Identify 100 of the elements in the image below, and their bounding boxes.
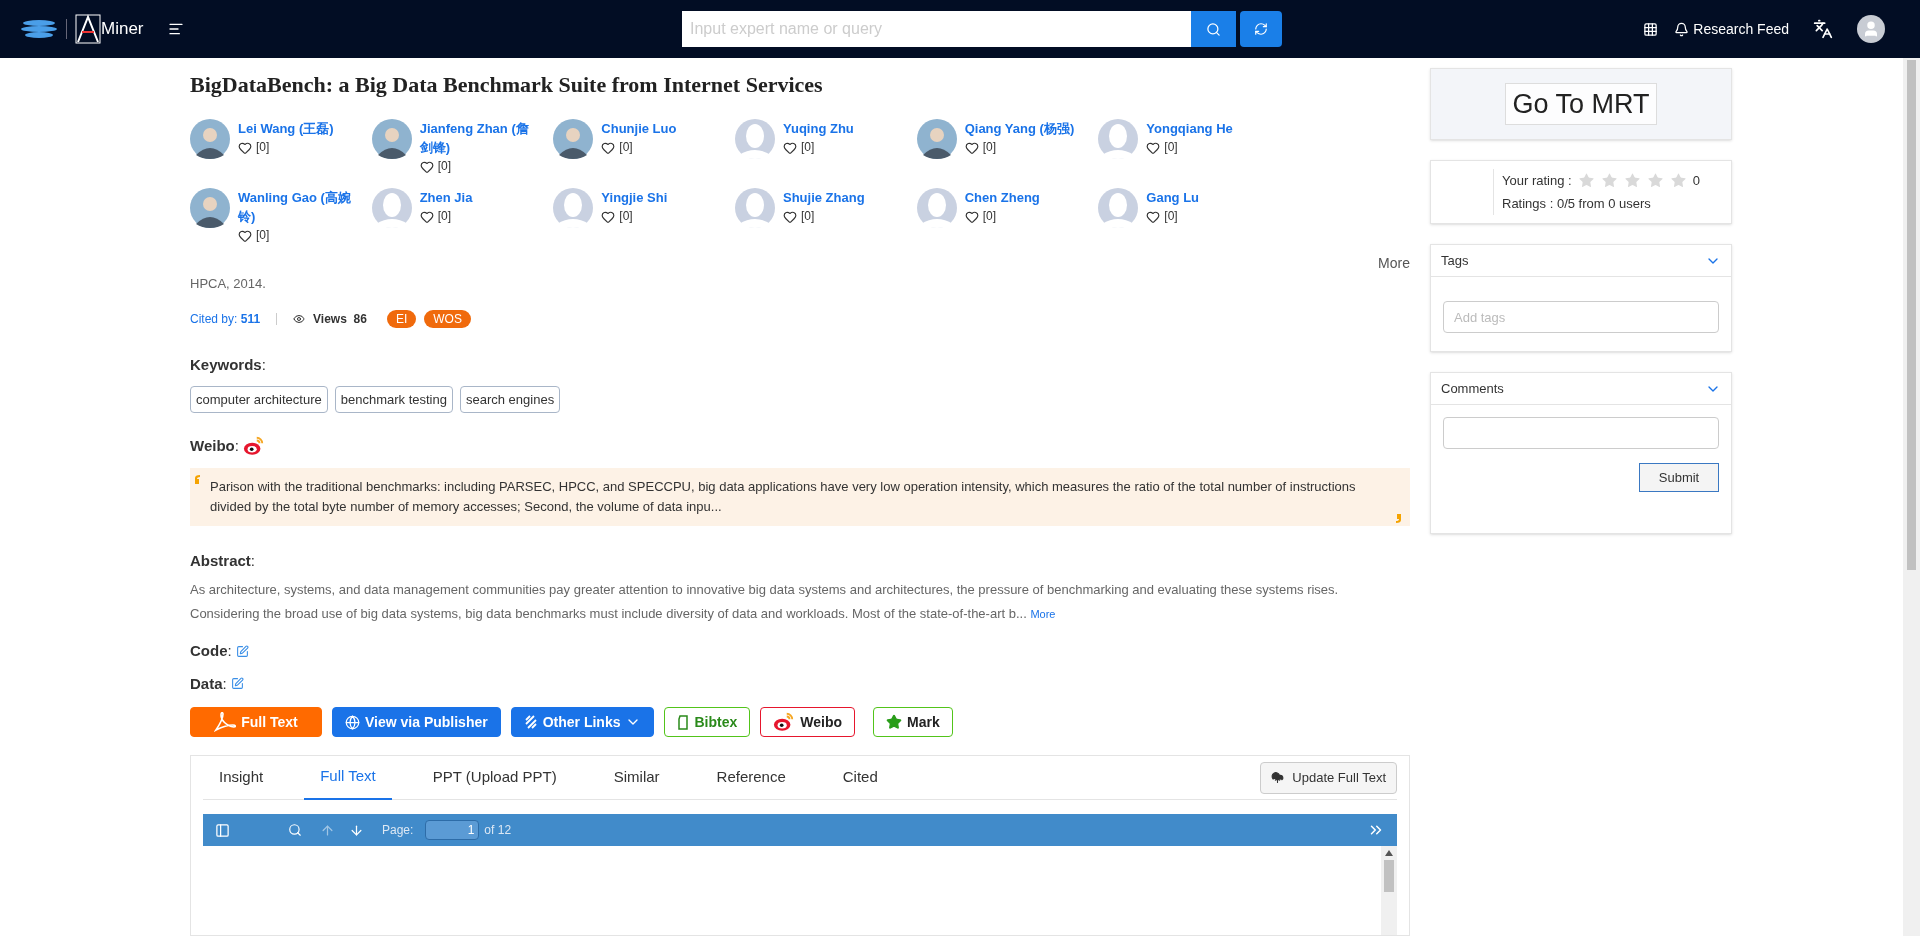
page-label: Page: bbox=[382, 822, 414, 839]
avatar bbox=[190, 188, 230, 228]
tab[interactable]: Insight bbox=[203, 755, 280, 800]
author-name[interactable]: Yingjie Shi bbox=[601, 188, 722, 207]
pdf-icon bbox=[214, 712, 237, 732]
keyword-tag[interactable]: computer architecture bbox=[190, 386, 328, 413]
menu-icon[interactable] bbox=[167, 21, 184, 37]
author-name[interactable]: Qiang Yang (杨强) bbox=[964, 119, 1085, 138]
scroll-thumb[interactable] bbox=[1907, 60, 1916, 570]
weibo-label: Weibo: bbox=[190, 436, 239, 456]
sidebar-toggle-icon[interactable] bbox=[215, 822, 230, 838]
tab[interactable]: Cited bbox=[826, 755, 894, 800]
heart-icon[interactable] bbox=[1146, 209, 1161, 224]
tab[interactable]: Full Text bbox=[304, 755, 392, 800]
author-name[interactable]: Gang Lu bbox=[1146, 188, 1267, 207]
research-feed-link[interactable]: Research Feed bbox=[1674, 18, 1789, 40]
action-button[interactable]: Weibo bbox=[760, 707, 856, 737]
heart-icon[interactable] bbox=[783, 140, 797, 155]
avatar bbox=[371, 188, 412, 228]
like-count: [0] bbox=[256, 227, 270, 244]
heart-icon[interactable] bbox=[419, 159, 434, 174]
search-icon[interactable] bbox=[288, 823, 302, 837]
action-button[interactable]: View via Publisher bbox=[332, 707, 501, 737]
submit-button[interactable]: Submit bbox=[1639, 463, 1719, 492]
author-name[interactable]: Jianfeng Zhan (詹剑锋) bbox=[419, 119, 540, 157]
author-name[interactable]: Chunjie Luo bbox=[601, 119, 722, 138]
update-full-text-button[interactable]: Update Full Text bbox=[1260, 761, 1397, 794]
rating-stars[interactable] bbox=[1577, 171, 1687, 189]
tab[interactable]: PPT (Upload PPT) bbox=[416, 755, 573, 800]
page-number-field[interactable]: 1 bbox=[425, 820, 480, 840]
weibo-quote: Parison with the traditional benchmarks: including PARSEC, HPCC, and SPECCPU, big data applications have very low operation intensity, which measures the ratio of the total number of instructions divided by the total byte number of memory accesses; Second, the volume of data inpu... bbox=[210, 477, 1357, 516]
comment-field[interactable] bbox=[1443, 417, 1719, 449]
bookmark-icon bbox=[677, 714, 690, 730]
author-name[interactable]: Lei Wang (王磊) bbox=[238, 119, 358, 138]
apps-icon[interactable] bbox=[1643, 21, 1659, 37]
paper-title: BigDataBench: a Big Data Benchmark Suite from Internet Services bbox=[190, 71, 824, 99]
scroll-up-icon[interactable] bbox=[1385, 850, 1393, 856]
next-page-icon[interactable] bbox=[349, 822, 364, 838]
avatar bbox=[735, 119, 775, 159]
tags-field[interactable]: Add tags bbox=[1443, 301, 1719, 333]
heart-icon[interactable] bbox=[783, 209, 797, 224]
heart-icon[interactable] bbox=[964, 140, 979, 155]
go-to-mrt[interactable]: Go To MRT bbox=[1505, 82, 1657, 126]
weibo-icon bbox=[242, 435, 265, 458]
ratings-summary: Ratings : 0/5 from 0 users bbox=[1502, 195, 1652, 213]
author-name[interactable]: Zhen Jia bbox=[419, 188, 540, 207]
search-icon bbox=[1206, 21, 1221, 37]
avatar bbox=[553, 119, 594, 159]
tab[interactable]: Similar bbox=[597, 755, 676, 800]
eye-icon bbox=[293, 312, 306, 325]
action-button[interactable]: Mark bbox=[873, 707, 953, 737]
heart-icon[interactable] bbox=[601, 140, 616, 155]
data-label: Data: bbox=[190, 673, 227, 694]
author-name[interactable]: Yuqing Zhu bbox=[783, 119, 903, 138]
action-button[interactable]: Bibtex bbox=[664, 707, 751, 737]
avatar bbox=[1098, 119, 1139, 159]
more-link[interactable]: More bbox=[1378, 253, 1410, 274]
avatar bbox=[553, 188, 594, 228]
user-avatar[interactable] bbox=[1857, 15, 1885, 43]
language-icon[interactable] bbox=[1813, 19, 1833, 39]
more-link[interactable]: More bbox=[1030, 608, 1056, 620]
keyword-tag[interactable]: search engines bbox=[459, 386, 561, 413]
author-name[interactable]: Yongqiang He bbox=[1146, 119, 1267, 138]
links-icon bbox=[523, 715, 538, 729]
like-count: [0] bbox=[982, 208, 996, 225]
keyword-tag[interactable]: benchmark testing bbox=[334, 386, 453, 413]
avatar bbox=[1098, 188, 1139, 228]
author-name[interactable]: Chen Zheng bbox=[964, 188, 1085, 207]
avatar bbox=[190, 119, 230, 159]
heart-icon[interactable] bbox=[419, 209, 434, 224]
page-total: of 12 bbox=[484, 822, 512, 839]
aminer-logo-icon bbox=[75, 14, 101, 44]
views: Views 86 bbox=[313, 310, 367, 328]
avatar bbox=[371, 119, 412, 159]
scroll-thumb[interactable] bbox=[1384, 860, 1394, 892]
abstract-text: As architecture, systems, and data management communities pay greater attention to innovative big data systems and architectures, the pressure of benchmarking and evaluating these systems rises. Considering the broad use of big data systems, big data benchmarks must include diversity of data and workloads. Most of the state-of-the-art b... More bbox=[190, 581, 1340, 623]
tab[interactable]: Reference bbox=[700, 755, 802, 800]
page-scrollbar[interactable] bbox=[1903, 58, 1920, 936]
cited-by[interactable]: Cited by: 511 bbox=[190, 309, 261, 328]
heart-icon[interactable] bbox=[964, 209, 979, 224]
avatar bbox=[916, 188, 957, 228]
author-name[interactable]: Wanling Gao (高婉铃) bbox=[238, 188, 358, 226]
tags-title: Tags bbox=[1441, 251, 1469, 270]
switch-button[interactable] bbox=[1240, 11, 1282, 47]
author-name[interactable]: Shujie Zhang bbox=[783, 188, 903, 207]
abstract-label: Abstract: bbox=[190, 550, 257, 571]
heart-icon[interactable] bbox=[601, 209, 616, 224]
action-button[interactable]: Full Text bbox=[190, 707, 322, 737]
heart-icon[interactable] bbox=[1146, 140, 1161, 155]
edit-icon[interactable] bbox=[230, 677, 244, 691]
heart-icon[interactable] bbox=[238, 228, 252, 243]
scrollbar[interactable] bbox=[1381, 846, 1397, 935]
like-count: [0] bbox=[256, 139, 270, 156]
rating-value: 0 bbox=[1692, 171, 1700, 190]
edit-icon[interactable] bbox=[235, 644, 249, 658]
bell-icon bbox=[1674, 21, 1690, 37]
mrt-banner[interactable]: Go To MRT bbox=[1430, 68, 1732, 140]
keywords-label: Keywords: bbox=[190, 354, 267, 375]
heart-icon[interactable] bbox=[238, 140, 252, 155]
action-button[interactable]: Other Links bbox=[510, 707, 655, 737]
